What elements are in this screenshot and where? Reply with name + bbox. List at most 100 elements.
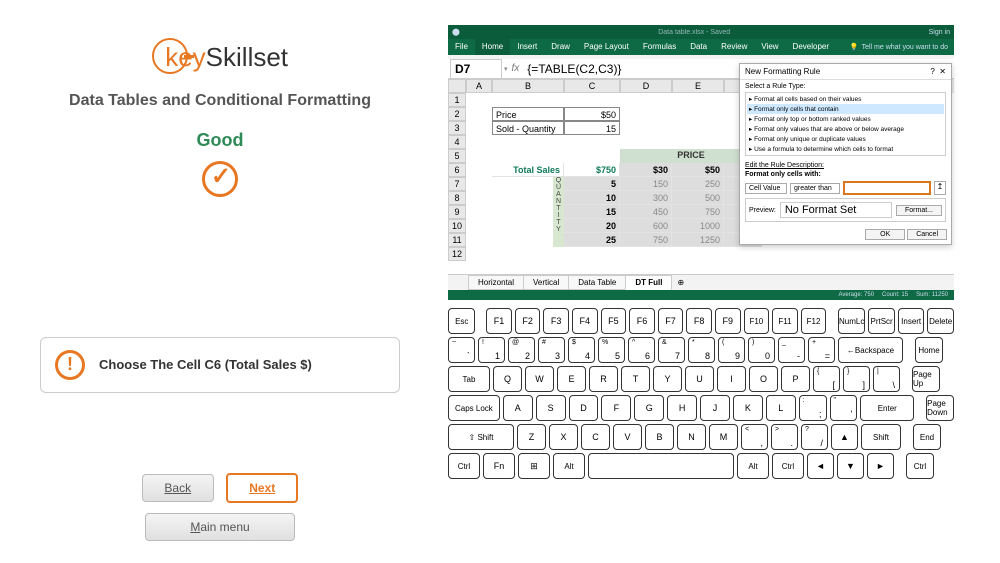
cell[interactable]: 1000 — [672, 219, 724, 233]
cell[interactable]: 500 — [672, 191, 724, 205]
key-6[interactable]: ^6 — [628, 337, 655, 363]
key-[interactable]: ⊞ — [518, 453, 550, 479]
sheet-tab[interactable]: DT Full — [625, 275, 672, 290]
cell[interactable]: 5 — [564, 177, 620, 191]
rule-type-list[interactable]: ▸ Format all cells based on their values… — [745, 92, 946, 156]
key-9[interactable]: (9 — [718, 337, 745, 363]
cell[interactable]: 25 — [564, 233, 620, 247]
key-f3[interactable]: F3 — [543, 308, 569, 334]
key-end[interactable]: End — [913, 424, 941, 450]
ribbon-tab-pagelayout[interactable]: Page Layout — [577, 39, 636, 55]
key-3[interactable]: #3 — [538, 337, 565, 363]
key-tab[interactable]: Tab — [448, 366, 490, 392]
ribbon-tab-view[interactable]: View — [754, 39, 785, 55]
cell[interactable]: 20 — [564, 219, 620, 233]
cell[interactable]: Total Sales — [492, 163, 564, 177]
ribbon-tab-developer[interactable]: Developer — [786, 39, 836, 55]
key-esc[interactable]: Esc — [448, 308, 475, 334]
key-[interactable]: _- — [778, 337, 805, 363]
key-b[interactable]: B — [645, 424, 674, 450]
key-x[interactable]: X — [549, 424, 578, 450]
key-home[interactable]: Home — [915, 337, 943, 363]
cell[interactable]: 600 — [620, 219, 672, 233]
row-header[interactable]: 5 — [448, 149, 466, 163]
key-k[interactable]: K — [733, 395, 763, 421]
ribbon-tab-home[interactable]: Home — [475, 39, 510, 55]
key-f6[interactable]: F6 — [629, 308, 655, 334]
key-g[interactable]: G — [634, 395, 664, 421]
key-enter[interactable]: Enter — [860, 395, 914, 421]
row-header[interactable]: 4 — [448, 135, 466, 149]
key-[interactable]: }] — [843, 366, 870, 392]
key-ctrl[interactable]: Ctrl — [772, 453, 804, 479]
cell[interactable]: $30 — [620, 163, 672, 177]
cell[interactable]: 150 — [620, 177, 672, 191]
key-shift[interactable]: ⇧ Shift — [448, 424, 514, 450]
key-e[interactable]: E — [557, 366, 586, 392]
key-f8[interactable]: F8 — [686, 308, 712, 334]
key-s[interactable]: S — [536, 395, 566, 421]
key-a[interactable]: A — [503, 395, 533, 421]
key-z[interactable]: Z — [517, 424, 546, 450]
key-delete[interactable]: Delete — [927, 308, 954, 334]
row-header[interactable]: 9 — [448, 205, 466, 219]
condition-operator-dropdown[interactable]: greater than — [790, 183, 840, 194]
tell-me-search[interactable]: 💡Tell me what you want to do — [850, 43, 954, 51]
rule-type-option[interactable]: ▸ Format only unique or duplicate values — [747, 134, 944, 144]
key-pageup[interactable]: Page Up — [912, 366, 940, 392]
key-t[interactable]: T — [621, 366, 650, 392]
sheet-tab[interactable]: Horizontal — [468, 275, 524, 290]
main-menu-button[interactable]: Main menu — [145, 513, 295, 541]
key-f11[interactable]: F11 — [772, 308, 798, 334]
cell[interactable]: 250 — [672, 177, 724, 191]
sheet-tab[interactable]: Data Table — [568, 275, 626, 290]
cell[interactable]: 750 — [620, 233, 672, 247]
key-[interactable]: ▲ — [831, 424, 858, 450]
key-m[interactable]: M — [709, 424, 738, 450]
key-n[interactable]: N — [677, 424, 706, 450]
range-picker-icon[interactable]: ↥ — [934, 181, 946, 195]
key-fn[interactable]: Fn — [483, 453, 515, 479]
key-[interactable]: <, — [741, 424, 768, 450]
column-header[interactable]: E — [672, 79, 724, 93]
condition-value-input[interactable] — [843, 181, 931, 195]
key-f4[interactable]: F4 — [572, 308, 598, 334]
key-[interactable]: {[ — [813, 366, 840, 392]
key-backspace[interactable]: ←Backspace — [838, 337, 903, 363]
ribbon-tab-review[interactable]: Review — [714, 39, 754, 55]
ribbon-tab-file[interactable]: File — [448, 39, 475, 55]
add-sheet-icon[interactable]: ⊕ — [671, 278, 690, 287]
ribbon-tab-insert[interactable]: Insert — [510, 39, 544, 55]
key-f5[interactable]: F5 — [601, 308, 627, 334]
key-0[interactable]: )0 — [748, 337, 775, 363]
cell[interactable]: 450 — [620, 205, 672, 219]
name-box[interactable]: D7 — [450, 59, 502, 79]
column-header[interactable]: C — [564, 79, 620, 93]
key-alt[interactable]: Alt — [553, 453, 585, 479]
key-pagedown[interactable]: Page Down — [926, 395, 954, 421]
column-header[interactable]: B — [492, 79, 564, 93]
cell[interactable]: 1250 — [672, 233, 724, 247]
key-8[interactable]: *8 — [688, 337, 715, 363]
key-4[interactable]: $4 — [568, 337, 595, 363]
key-f9[interactable]: F9 — [715, 308, 741, 334]
key-[interactable]: "' — [830, 395, 858, 421]
key-capslock[interactable]: Caps Lock — [448, 395, 500, 421]
rule-type-option[interactable]: ▸ Format only values that are above or b… — [747, 124, 944, 134]
key-f10[interactable]: F10 — [744, 308, 770, 334]
key-[interactable]: ▼ — [837, 453, 864, 479]
key-f7[interactable]: F7 — [658, 308, 684, 334]
row-header[interactable]: 11 — [448, 233, 466, 247]
format-button[interactable]: Format... — [896, 205, 942, 216]
column-header[interactable]: D — [620, 79, 672, 93]
sheet-tab[interactable]: Vertical — [523, 275, 569, 290]
cell[interactable]: $750 — [564, 163, 620, 177]
key-h[interactable]: H — [667, 395, 697, 421]
ribbon-tab-data[interactable]: Data — [683, 39, 714, 55]
key-f[interactable]: F — [601, 395, 631, 421]
key-7[interactable]: &7 — [658, 337, 685, 363]
dialog-help-icon[interactable]: ? — [930, 67, 934, 76]
key-d[interactable]: D — [569, 395, 599, 421]
key-[interactable]: :; — [799, 395, 827, 421]
cell[interactable]: 15 — [564, 121, 620, 135]
